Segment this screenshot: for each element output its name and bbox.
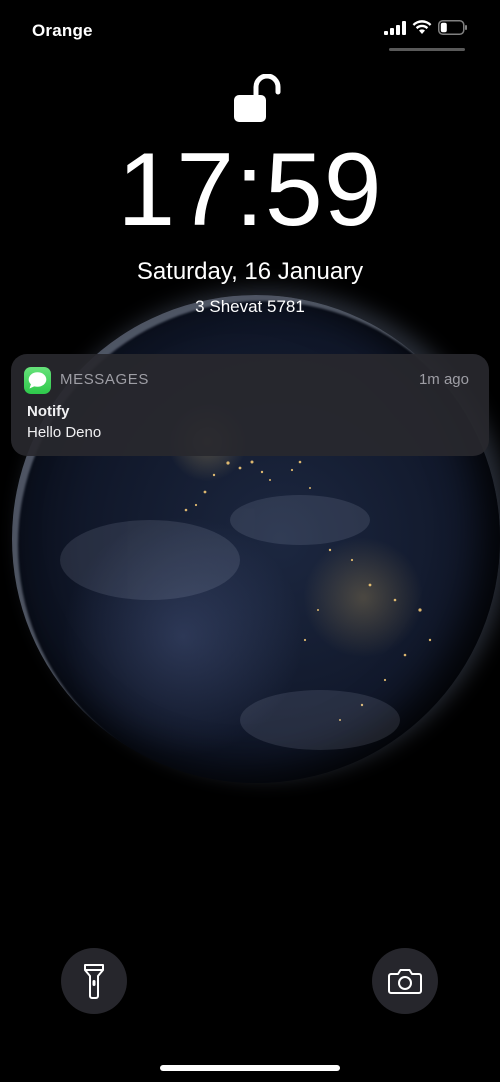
status-bar-underline [389,48,465,51]
lock-screen: Orange 17:59 Saturday, 16 January 3 Shev… [0,0,500,1082]
messages-icon [24,367,51,394]
flashlight-button[interactable] [61,948,127,1014]
notification-body: Hello Deno [27,424,102,441]
flashlight-icon [84,964,104,999]
cellular-signal-icon [384,20,406,35]
notification-title: Notify [27,403,70,420]
unlocked-padlock-icon [234,74,281,122]
lock-screen-time: 17:59 [117,132,383,248]
hebrew-calendar-date: 3 Shevat 5781 [195,297,305,316]
status-icons [384,20,468,35]
messages-notification[interactable]: MESSAGES 1m ago Notify Hello Deno [11,354,489,456]
notification-time: 1m ago [418,371,469,388]
home-indicator[interactable] [160,1065,340,1071]
speech-bubble-icon [28,372,47,389]
camera-icon [388,969,422,994]
carrier-name: Orange [32,21,93,40]
camera-button[interactable] [372,948,438,1014]
notification-app-name: MESSAGES [60,371,149,388]
lock-screen-date: Saturday, 16 January [136,258,364,285]
battery-icon [438,20,467,35]
wifi-icon [412,20,432,34]
